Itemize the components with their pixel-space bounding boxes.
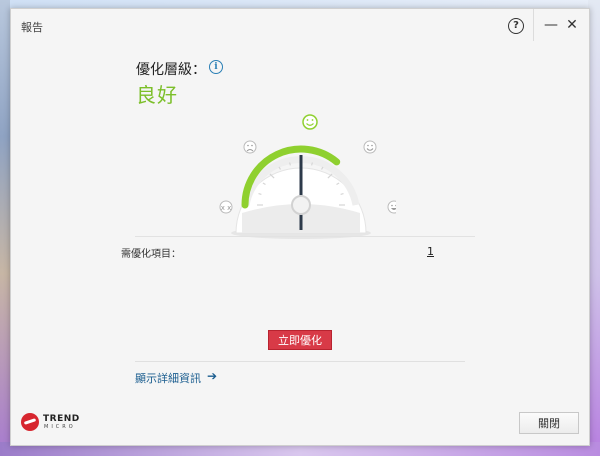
help-icon[interactable]: ? [508,18,524,34]
report-window: 報告 ? — ✕ 優化層級： i 良好 x x 需優化項目： 1 立即優化 顯示… [10,8,590,446]
desktop-background-left [0,0,10,456]
svg-text:x x: x x [221,204,232,212]
titlebar-separator [533,9,534,41]
info-icon[interactable]: i [209,60,223,74]
gauge-tick [340,193,344,195]
sad-face-icon [243,140,257,154]
logo-text-trend: TREND [43,414,80,424]
gauge-tick [289,162,291,166]
logo-text-micro: MICRO [44,424,76,430]
gauge-hub [291,195,311,215]
gauge-tick [311,162,313,166]
items-to-optimize-count[interactable]: 1 [427,245,434,258]
minimize-button[interactable]: — [544,17,558,33]
items-divider [135,236,475,237]
gauge-tick [258,193,262,195]
optimize-now-button[interactable]: 立即優化 [268,330,332,350]
items-to-optimize-label: 需優化項目： [121,249,181,260]
show-details-link[interactable]: 顯示詳細資訊 [135,370,201,386]
optimization-gauge: x x [206,105,396,245]
arrow-right-icon[interactable]: ➔ [207,369,217,383]
gauge-tick [278,166,282,170]
gauge-tick [320,166,324,170]
grin-face-icon [387,200,396,214]
close-window-button[interactable]: ✕ [565,17,579,33]
trend-micro-logo-icon [21,413,39,431]
gauge-needle [299,155,303,230]
optimization-level-value: 良好 [136,83,178,107]
smile-face-icon [363,140,377,154]
dizzy-face-icon: x x [219,200,233,214]
optimization-level-label: 優化層級： [136,62,206,78]
window-title: 報告 [21,21,43,34]
details-divider [135,361,465,362]
gauge-graphic: x x [219,114,396,239]
close-button[interactable]: 關閉 [519,412,579,434]
happy-face-icon [302,114,318,130]
